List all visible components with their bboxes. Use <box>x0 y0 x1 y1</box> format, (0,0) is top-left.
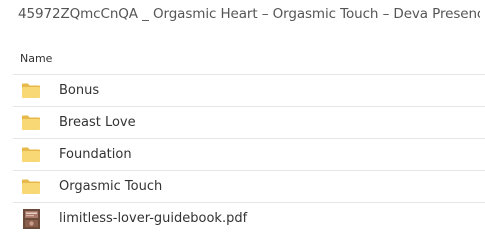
list-item-bonus[interactable]: Bonus <box>13 75 485 107</box>
folder-icon <box>21 177 41 197</box>
column-header-label: Name <box>20 51 53 65</box>
item-name[interactable]: Orgasmic Touch <box>59 179 162 194</box>
list-item-breast-love[interactable]: Breast Love <box>13 107 485 139</box>
list-item-foundation[interactable]: Foundation <box>13 139 485 171</box>
item-name[interactable]: limitless-lover-guidebook.pdf <box>59 211 247 226</box>
list-item-pdf[interactable]: limitless-lover-guidebook.pdf <box>13 203 485 234</box>
folder-icon <box>21 145 41 165</box>
folder-icon <box>21 81 41 101</box>
folder-title: 45972ZQmcCnQA _ Orgasmic Heart – Orgasmi… <box>18 6 480 22</box>
file-list: Name Bonus Breast Love Foundation Orgasm… <box>13 42 485 234</box>
column-header-name[interactable]: Name <box>13 42 485 75</box>
pdf-thumbnail-icon <box>21 208 41 229</box>
list-item-orgasmic-touch[interactable]: Orgasmic Touch <box>13 171 485 203</box>
folder-icon <box>21 113 41 133</box>
item-name[interactable]: Foundation <box>59 147 132 162</box>
item-name[interactable]: Breast Love <box>59 115 136 130</box>
item-name[interactable]: Bonus <box>59 83 99 98</box>
